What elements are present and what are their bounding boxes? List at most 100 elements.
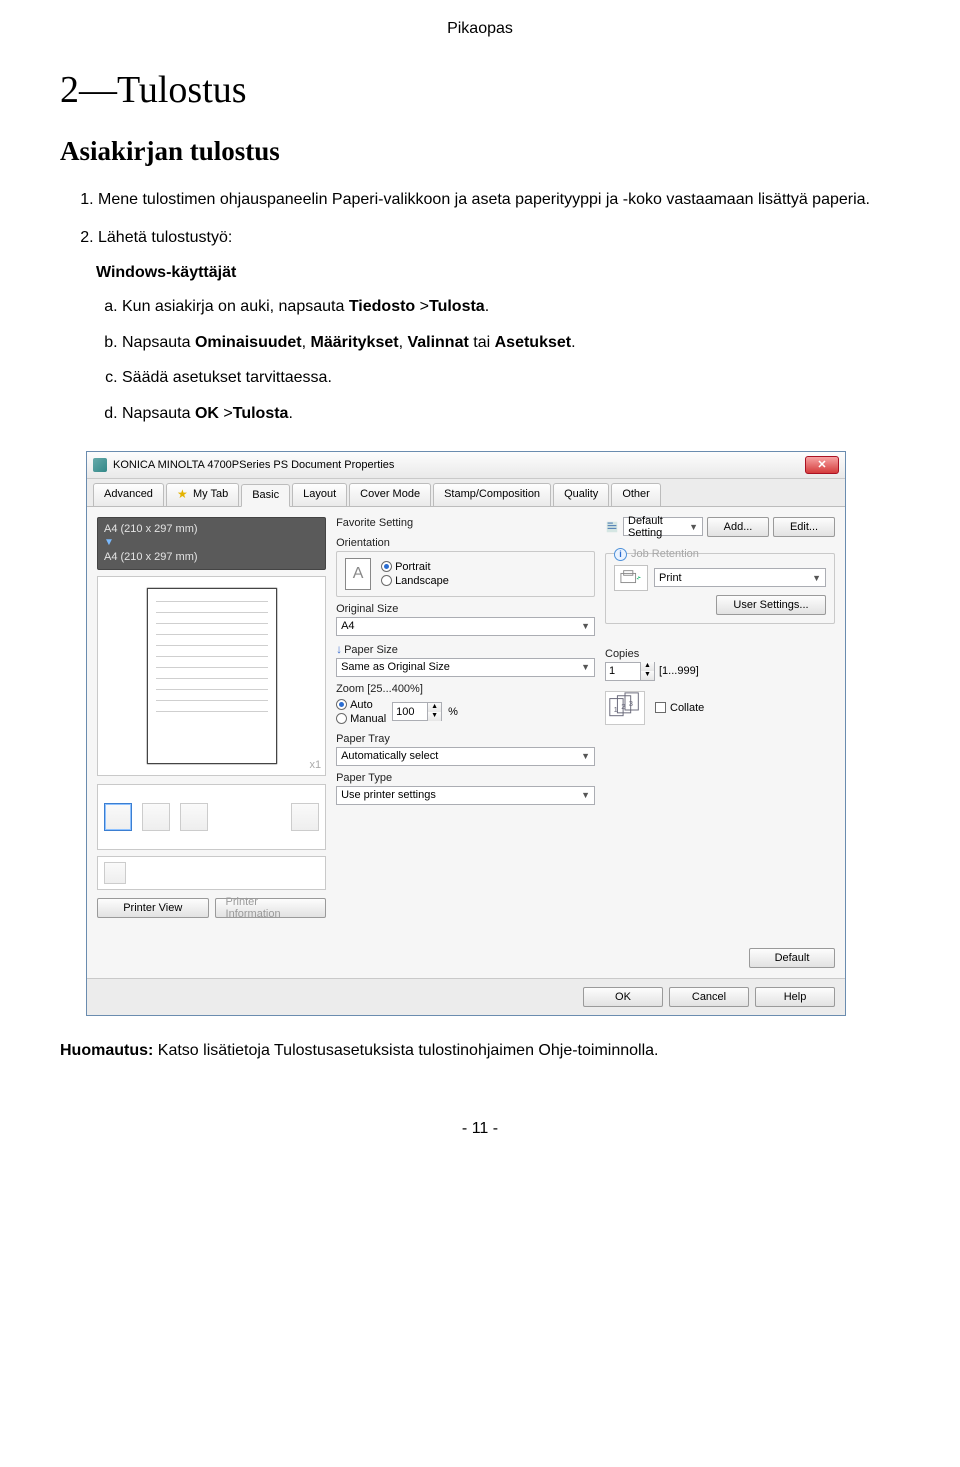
zoom-indicator: x1	[309, 759, 321, 771]
step-1: Mene tulostimen ohjauspaneelin Paperi-va…	[98, 189, 900, 211]
printer-view-button[interactable]: Printer View	[97, 898, 209, 918]
text: .	[485, 298, 489, 315]
cancel-button[interactable]: Cancel	[669, 987, 749, 1007]
orientation-box: A Portrait Landscape	[336, 551, 595, 597]
triangle-down-icon: ▼	[104, 536, 319, 550]
landscape-radio[interactable]: Landscape	[381, 575, 449, 587]
bold-text: Määritykset	[311, 334, 399, 351]
tab-stamp-composition[interactable]: Stamp/Composition	[433, 483, 551, 506]
copies-label: Copies	[605, 648, 835, 660]
percent-label: %	[448, 706, 458, 718]
option-icon-strip	[97, 784, 326, 850]
chevron-down-icon: ▼	[812, 573, 821, 583]
tab-label: Advanced	[104, 488, 153, 500]
step-down-icon[interactable]: ▼	[640, 671, 654, 680]
combo-value: Same as Original Size	[341, 661, 450, 673]
help-button[interactable]: Help	[755, 987, 835, 1007]
radio-dot-icon	[336, 713, 347, 724]
tab-my-tab[interactable]: ★My Tab	[166, 483, 239, 506]
bold-text: Tulosta	[233, 405, 289, 422]
dialog-title: KONICA MINOLTA 4700PSeries PS Document P…	[113, 459, 394, 471]
paper-size-combo[interactable]: Same as Original Size ▼	[336, 658, 595, 677]
combo-value: Automatically select	[341, 750, 438, 762]
ok-button[interactable]: OK	[583, 987, 663, 1007]
page-preview: x1	[97, 576, 326, 776]
job-retention-combo[interactable]: Print ▼	[654, 568, 826, 587]
info-icon: i	[614, 548, 627, 561]
button-label: OK	[615, 991, 631, 1003]
bold-text: Ominaisuudet	[195, 334, 302, 351]
text: .	[571, 334, 575, 351]
add-button[interactable]: Add...	[707, 517, 769, 537]
chevron-down-icon: ▼	[581, 751, 590, 761]
edit-button[interactable]: Edit...	[773, 517, 835, 537]
arrow-down-icon: ↓	[336, 642, 342, 656]
button-label: Edit...	[790, 521, 818, 533]
radio-label: Landscape	[395, 575, 449, 587]
printer-info-button[interactable]: Printer Information	[215, 898, 327, 918]
copies-spinner[interactable]: 1 ▲▼	[605, 662, 655, 681]
favorite-combo[interactable]: Default Setting ▼	[623, 517, 703, 536]
left-column: A4 (210 x 297 mm) ▼ A4 (210 x 297 mm) x1…	[97, 517, 326, 918]
orientation-icon: A	[345, 558, 371, 590]
text: ,	[302, 334, 311, 351]
default-button[interactable]: Default	[749, 948, 835, 968]
portrait-radio[interactable]: Portrait	[381, 561, 449, 573]
tab-advanced[interactable]: Advanced	[93, 483, 164, 506]
close-button[interactable]: ✕	[805, 456, 839, 474]
tab-basic[interactable]: Basic	[241, 484, 290, 507]
tab-layout[interactable]: Layout	[292, 483, 347, 506]
zoom-auto-radio[interactable]: Auto	[336, 699, 386, 711]
bold-text: Tiedosto	[349, 298, 415, 315]
tab-label: Cover Mode	[360, 488, 420, 500]
option-icon-5[interactable]	[104, 862, 126, 884]
tab-other[interactable]: Other	[611, 483, 661, 506]
group-label: Job Retention	[631, 548, 699, 560]
option-icon-1[interactable]	[104, 803, 132, 831]
original-size-combo[interactable]: A4 ▼	[336, 617, 595, 636]
favorite-label: Favorite Setting	[336, 517, 413, 529]
bold-text: Asetukset	[495, 334, 571, 351]
substep-c: Säädä asetukset tarvittaessa.	[122, 367, 900, 389]
dialog-body: A4 (210 x 297 mm) ▼ A4 (210 x 297 mm) x1…	[87, 507, 845, 978]
svg-text:1: 1	[614, 705, 618, 714]
substep-b: Napsauta Ominaisuudet, Määritykset, Vali…	[122, 332, 900, 354]
copies-range: [1...999]	[659, 665, 699, 677]
chevron-down-icon: ▼	[581, 662, 590, 672]
option-icon-3[interactable]	[180, 803, 208, 831]
tab-cover-mode[interactable]: Cover Mode	[349, 483, 431, 506]
print-properties-dialog: KONICA MINOLTA 4700PSeries PS Document P…	[86, 451, 846, 1016]
tab-quality[interactable]: Quality	[553, 483, 609, 506]
text: >	[415, 298, 429, 315]
main-steps: Mene tulostimen ohjauspaneelin Paperi-va…	[60, 189, 900, 248]
step-up-icon[interactable]: ▲	[427, 703, 441, 712]
original-size-label: Original Size	[336, 603, 595, 615]
paper-tray-combo[interactable]: Automatically select ▼	[336, 747, 595, 766]
text: Napsauta	[122, 405, 195, 422]
orientation-label: Orientation	[336, 537, 595, 549]
paper-type-combo[interactable]: Use printer settings ▼	[336, 786, 595, 805]
dialog-footer: OK Cancel Help	[87, 978, 845, 1015]
button-label: Cancel	[692, 991, 726, 1003]
zoom-manual-radio[interactable]: Manual	[336, 713, 386, 725]
text: .	[288, 405, 292, 422]
tab-label: Layout	[303, 488, 336, 500]
user-settings-button[interactable]: User Settings...	[716, 595, 826, 615]
option-icon-2[interactable]	[142, 803, 170, 831]
orig-size-text: A4 (210 x 297 mm)	[104, 522, 319, 537]
sub-steps: Kun asiakirja on auki, napsauta Tiedosto…	[60, 296, 900, 424]
option-icon-4[interactable]	[291, 803, 319, 831]
step-up-icon[interactable]: ▲	[640, 662, 654, 671]
radio-dot-icon	[381, 561, 392, 572]
step-down-icon[interactable]: ▼	[427, 712, 441, 721]
paper-size-label: ↓Paper Size	[336, 642, 595, 656]
radio-label: Manual	[350, 713, 386, 725]
collate-checkbox[interactable]: Collate	[655, 702, 704, 714]
tab-strip: Advanced ★My Tab Basic Layout Cover Mode…	[87, 479, 845, 507]
zoom-spinner[interactable]: 100 ▲▼	[392, 702, 442, 721]
text: >	[219, 405, 233, 422]
button-label: Help	[784, 991, 807, 1003]
combo-value: Print	[659, 572, 682, 584]
substep-a: Kun asiakirja on auki, napsauta Tiedosto…	[122, 296, 900, 318]
button-label: User Settings...	[733, 599, 808, 611]
